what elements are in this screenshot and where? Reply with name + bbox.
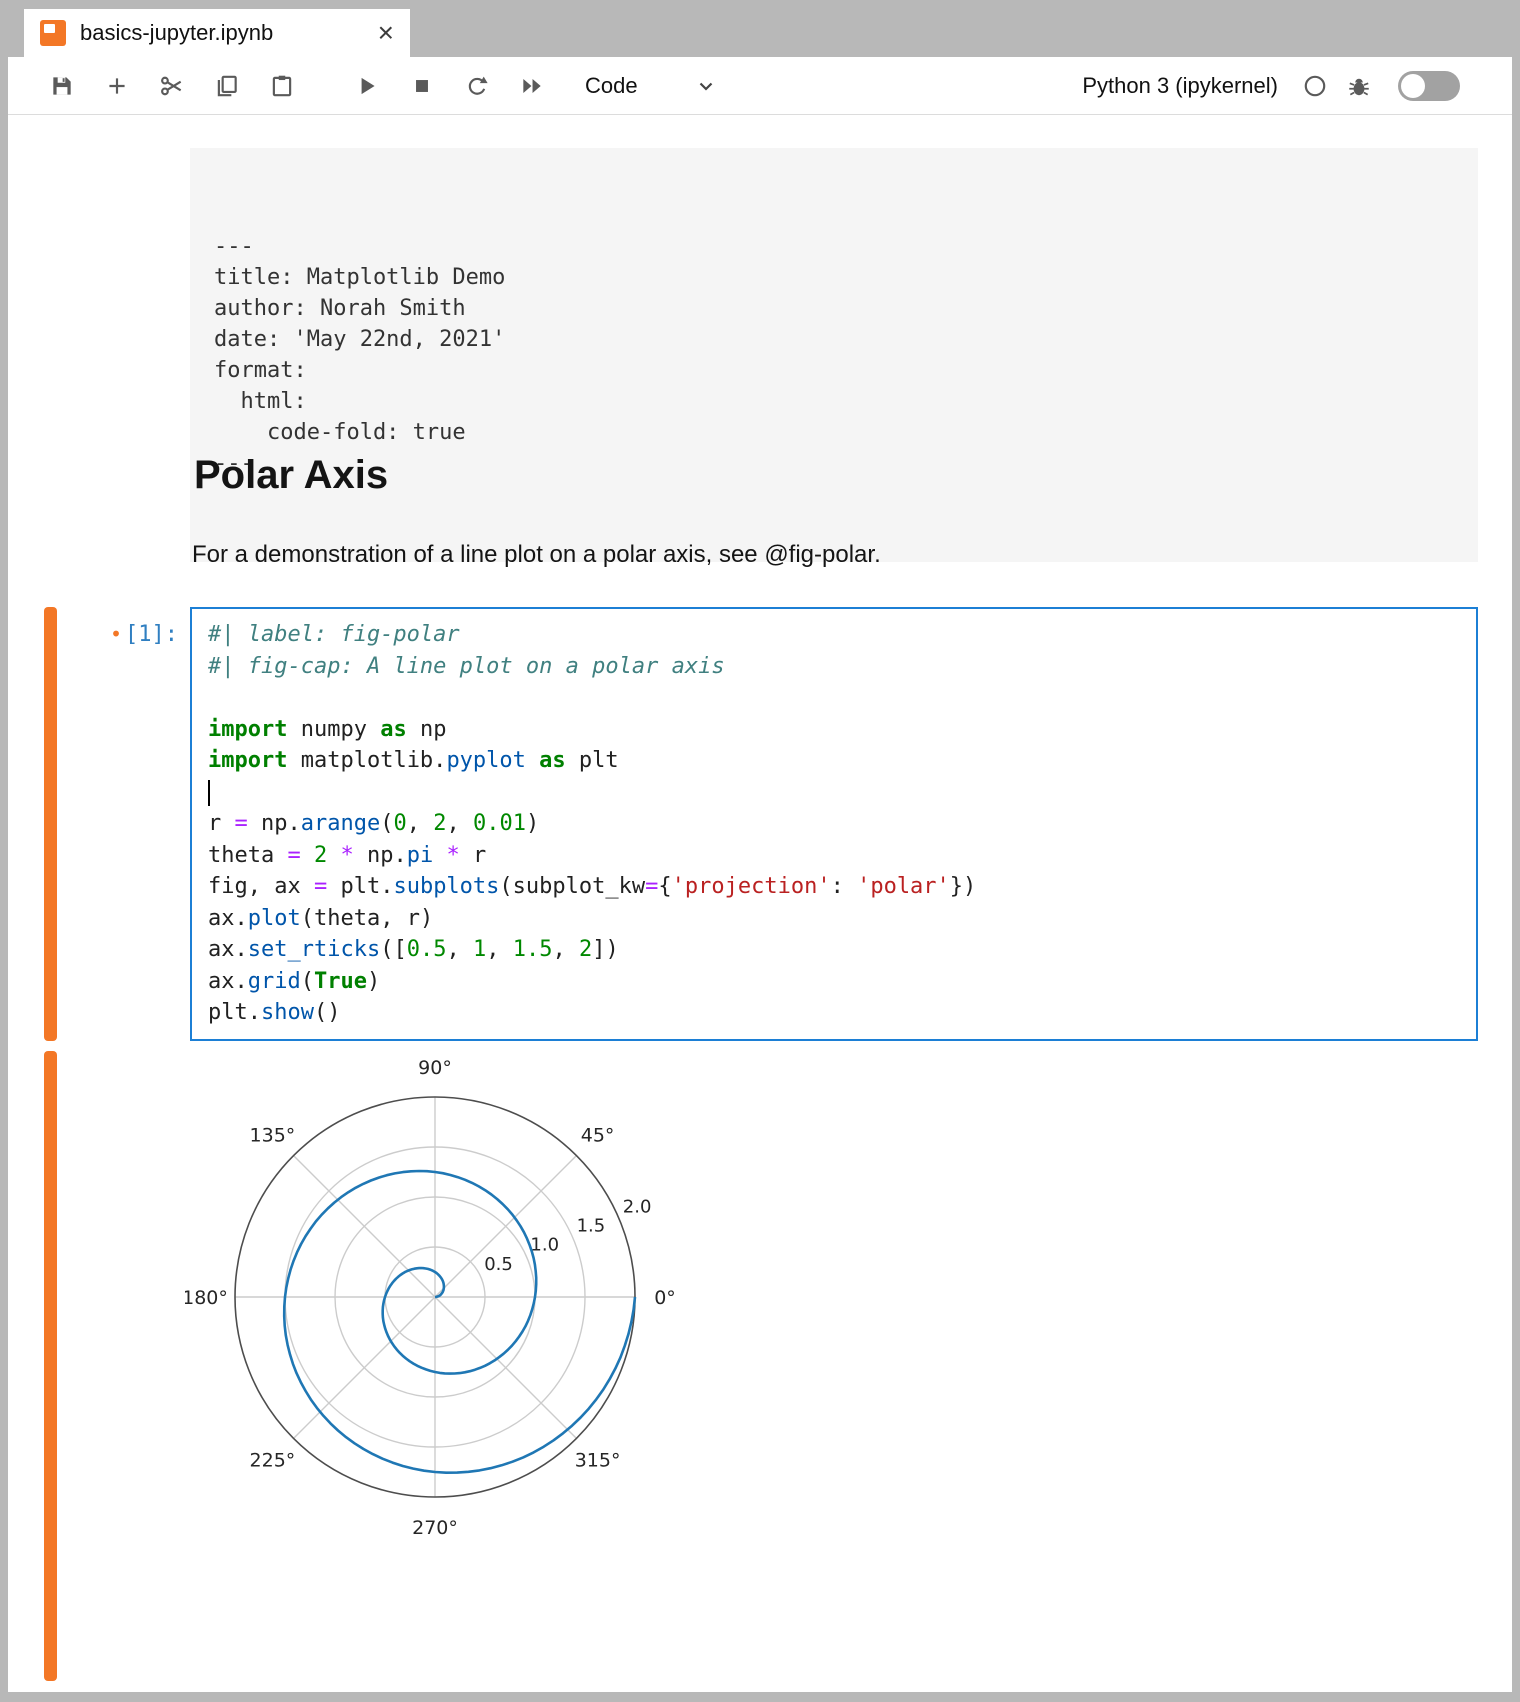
raw-cell[interactable]: ---title: Matplotlib Demoauthor: Norah S… — [190, 148, 1478, 562]
run-button[interactable] — [339, 65, 394, 107]
play-icon — [354, 73, 380, 99]
notebook-toolbar: Code Python 3 (ipykernel) — [8, 57, 1512, 115]
prompt-number: [1]: — [125, 622, 178, 647]
tab-close-icon[interactable]: × — [378, 19, 394, 47]
svg-text:90°: 90° — [418, 1057, 452, 1079]
svg-text:270°: 270° — [412, 1517, 458, 1539]
kernel-status[interactable] — [1302, 73, 1328, 99]
markdown-paragraph[interactable]: For a demonstration of a line plot on a … — [192, 541, 881, 569]
modified-dot: • — [110, 622, 122, 646]
kernel-idle-circle-icon — [1302, 73, 1328, 99]
tab-title: basics-jupyter.ipynb — [80, 20, 273, 46]
svg-text:45°: 45° — [581, 1124, 615, 1146]
cut-cells-button[interactable] — [144, 65, 199, 107]
bug-icon — [1346, 73, 1372, 99]
cell-type-value: Code — [585, 73, 638, 99]
code-editor[interactable]: #| label: fig-polar#| fig-cap: A line pl… — [208, 619, 1476, 1029]
svg-text:1.5: 1.5 — [577, 1216, 606, 1237]
cell-output: 0° 45° 90° 135° 180° 225° 270° 315° 0.5 1.0 1.5 2.0 — [185, 1045, 705, 1555]
insert-cell-button[interactable] — [89, 65, 144, 107]
refresh-icon — [464, 73, 490, 99]
simple-mode-toggle[interactable] — [1398, 71, 1460, 101]
debugger-button[interactable] — [1346, 73, 1372, 99]
restart-run-all-button[interactable] — [504, 65, 559, 107]
copy-cells-button[interactable] — [199, 65, 254, 107]
output-collapser[interactable] — [44, 1051, 57, 1681]
svg-text:0.5: 0.5 — [484, 1254, 513, 1275]
tab-basics-jupyter[interactable]: basics-jupyter.ipynb × — [24, 9, 410, 57]
kernel-name[interactable]: Python 3 (ipykernel) — [1082, 73, 1278, 99]
svg-text:2.0: 2.0 — [623, 1197, 652, 1218]
markdown-heading[interactable]: Polar Axis — [194, 453, 388, 498]
svg-text:315°: 315° — [575, 1450, 621, 1472]
copy-icon — [214, 73, 240, 99]
scissors-icon — [159, 73, 185, 99]
execution-prompt: •[1]: — [48, 619, 178, 651]
notebook-icon — [40, 20, 66, 46]
svg-text:180°: 180° — [185, 1287, 228, 1309]
toggle-knob — [1401, 74, 1425, 98]
svg-text:225°: 225° — [250, 1450, 296, 1472]
save-button[interactable] — [34, 65, 89, 107]
interrupt-kernel-button[interactable] — [394, 65, 449, 107]
notebook-content: ---title: Matplotlib Demoauthor: Norah S… — [8, 115, 1512, 1692]
stop-icon — [409, 73, 435, 99]
plus-icon — [104, 73, 130, 99]
paste-cells-button[interactable] — [254, 65, 309, 107]
paste-icon — [269, 73, 295, 99]
polar-chart: 0° 45° 90° 135° 180° 225° 270° 315° 0.5 1.0 1.5 2.0 — [185, 1045, 705, 1555]
fast-forward-icon — [519, 73, 545, 99]
input-collapser[interactable] — [44, 607, 57, 1041]
chevron-down-icon — [694, 74, 718, 98]
svg-text:1.0: 1.0 — [530, 1235, 559, 1256]
svg-text:135°: 135° — [250, 1124, 296, 1146]
svg-text:0°: 0° — [654, 1287, 676, 1309]
save-icon — [49, 73, 75, 99]
restart-kernel-button[interactable] — [449, 65, 504, 107]
raw-cell-content: ---title: Matplotlib Demoauthor: Norah S… — [214, 231, 1454, 479]
cell-type-dropdown[interactable]: Code — [575, 67, 728, 105]
code-cell[interactable]: #| label: fig-polar#| fig-cap: A line pl… — [190, 607, 1478, 1041]
